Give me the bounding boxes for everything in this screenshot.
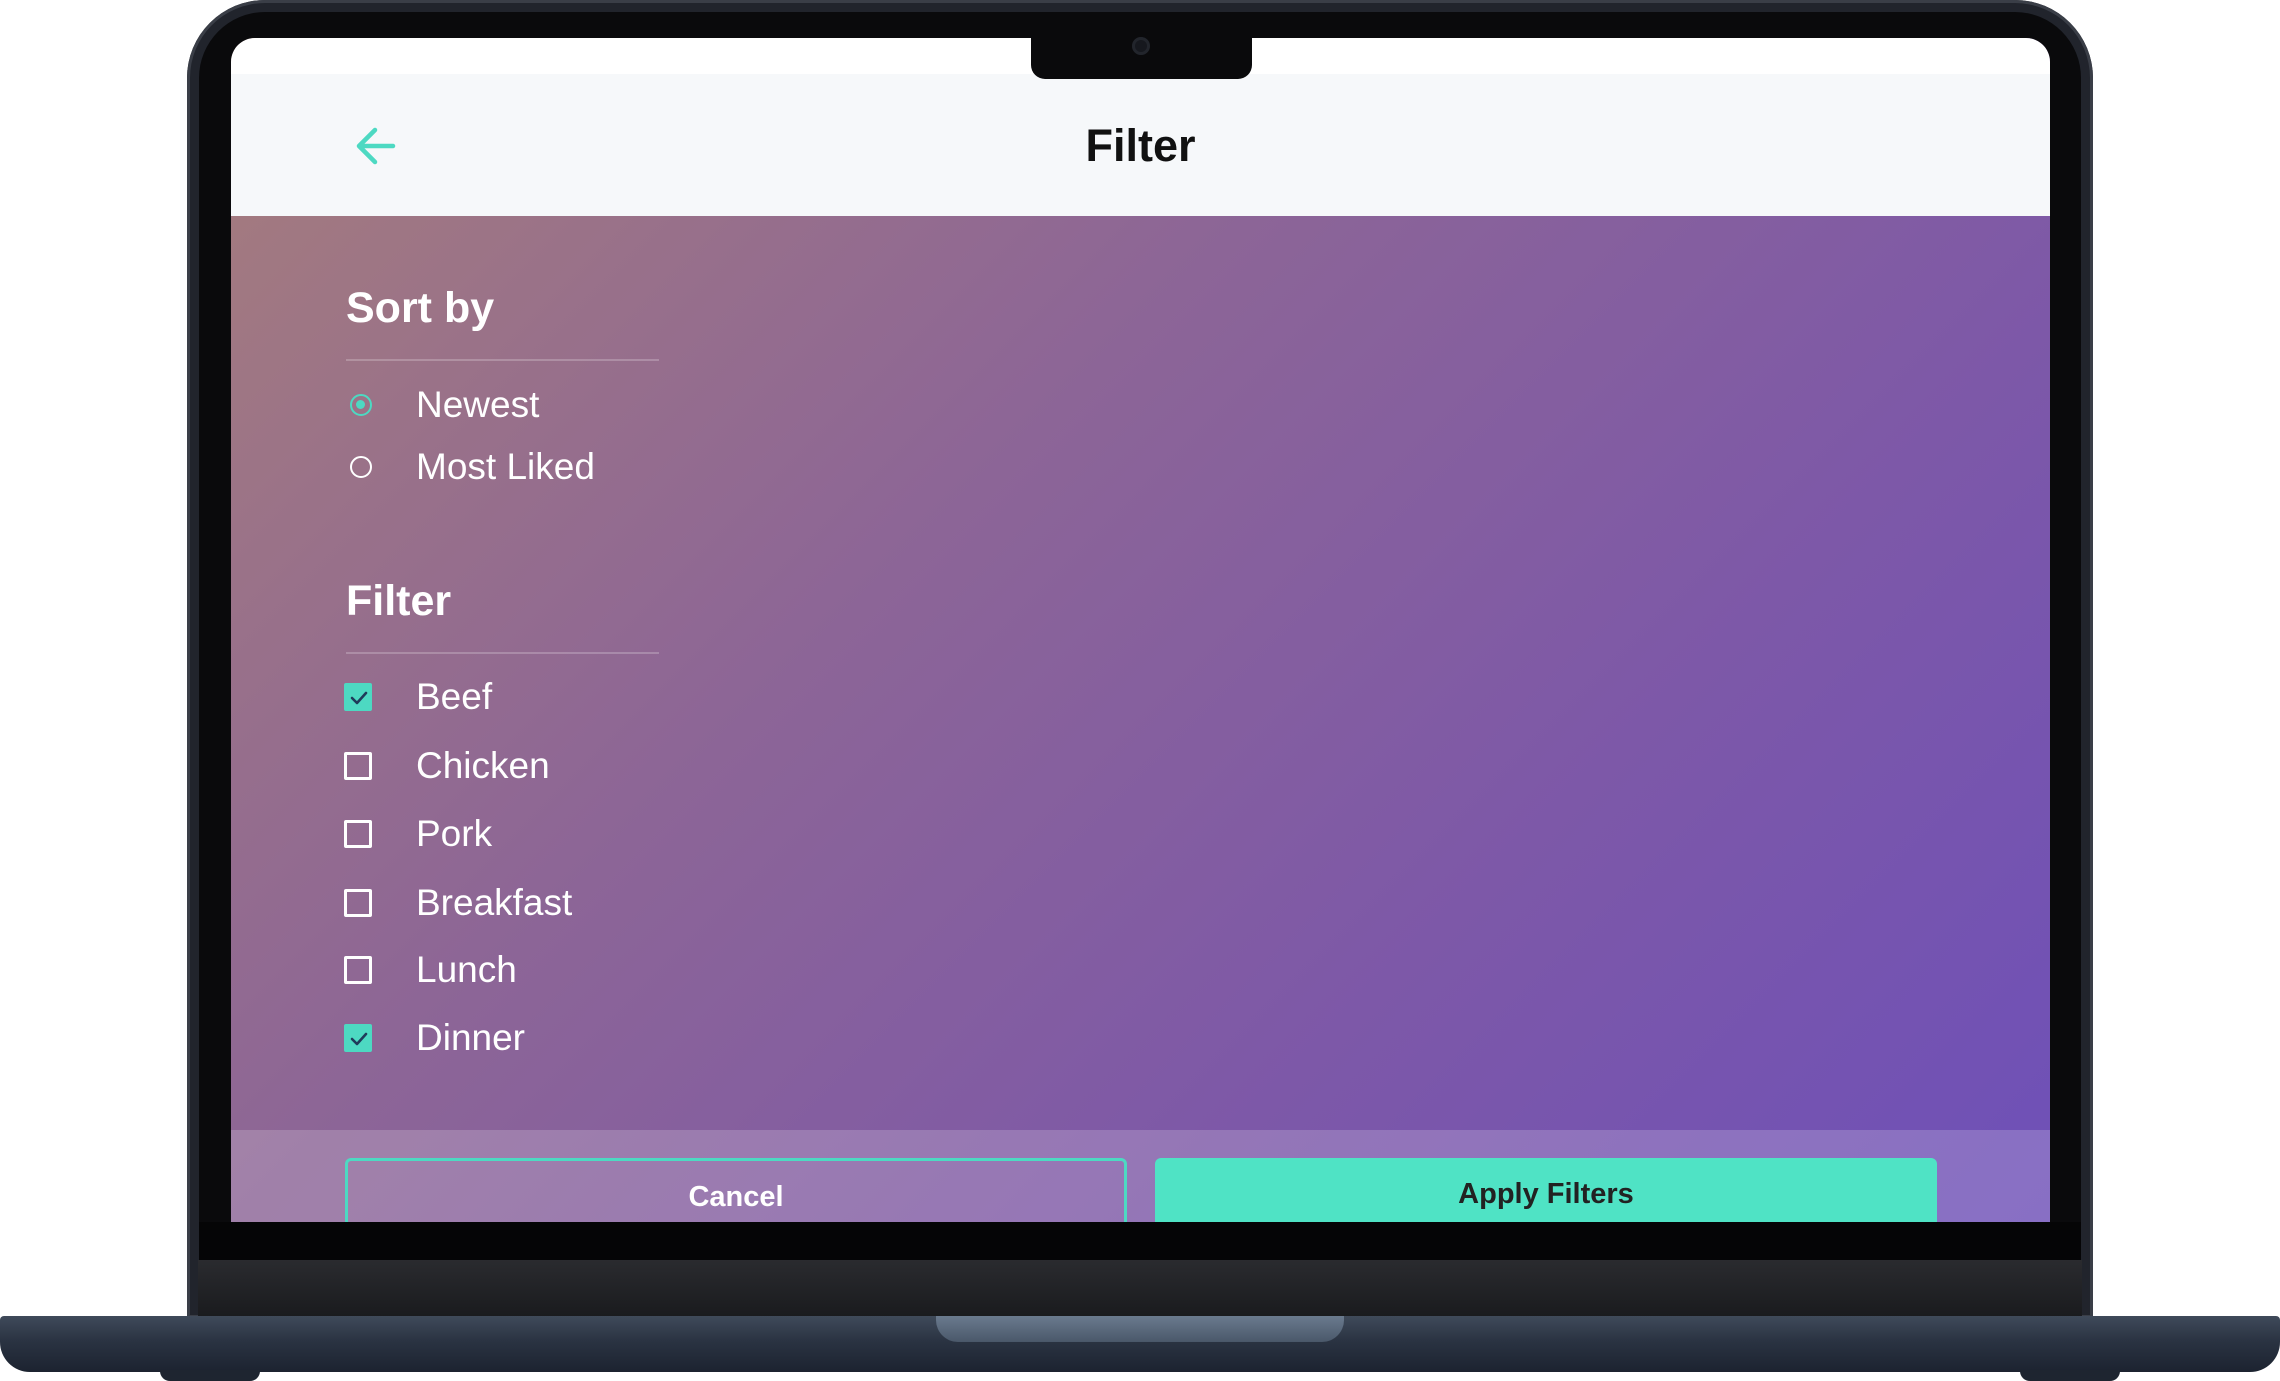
sort-divider <box>346 359 659 361</box>
sort-option-most-liked[interactable]: Most Liked <box>344 442 595 492</box>
laptop-base-notch <box>936 1316 1344 1342</box>
filter-option-label: Dinner <box>416 1017 525 1058</box>
filter-option-beef[interactable]: Beef <box>344 672 492 722</box>
sort-section-title: Sort by <box>346 284 495 332</box>
laptop-foot <box>160 1370 260 1381</box>
camera-icon <box>1132 37 1150 55</box>
laptop-foot <box>2020 1370 2120 1381</box>
checkbox-unchecked[interactable] <box>344 752 372 780</box>
filter-option-dinner[interactable]: Dinner <box>344 1013 525 1063</box>
filter-option-lunch[interactable]: Lunch <box>344 945 517 995</box>
checkmark-icon <box>350 1032 368 1046</box>
sort-option-label: Newest <box>416 384 540 425</box>
radio-selected-icon[interactable] <box>350 394 372 416</box>
laptop-hinge <box>198 1260 2082 1316</box>
app-screen: Filter Sort by Newest Most Liked Filter … <box>231 38 2050 1222</box>
filter-option-label: Chicken <box>416 745 550 786</box>
filter-option-label: Lunch <box>416 949 517 990</box>
filter-option-label: Breakfast <box>416 882 573 923</box>
filter-option-breakfast[interactable]: Breakfast <box>344 878 572 928</box>
sort-option-label: Most Liked <box>416 446 595 487</box>
action-footer: Cancel Apply Filters <box>231 1130 2050 1222</box>
checkbox-checked[interactable] <box>344 683 372 711</box>
page-title: Filter <box>1085 120 1196 171</box>
filter-divider <box>346 652 659 654</box>
checkbox-checked[interactable] <box>344 1024 372 1052</box>
apply-filters-button[interactable]: Apply Filters <box>1155 1158 1937 1222</box>
checkbox-unchecked[interactable] <box>344 889 372 917</box>
filter-option-label: Pork <box>416 813 493 854</box>
radio-unselected-icon[interactable] <box>350 456 372 478</box>
filter-section-title: Filter <box>346 577 452 625</box>
filter-option-pork[interactable]: Pork <box>344 809 492 859</box>
sort-option-newest[interactable]: Newest <box>344 380 539 430</box>
checkbox-unchecked[interactable] <box>344 956 372 984</box>
checkmark-icon <box>350 691 368 705</box>
cancel-button[interactable]: Cancel <box>345 1158 1127 1222</box>
filter-option-label: Beef <box>416 676 493 717</box>
filter-option-chicken[interactable]: Chicken <box>344 741 550 791</box>
checkbox-unchecked[interactable] <box>344 820 372 848</box>
